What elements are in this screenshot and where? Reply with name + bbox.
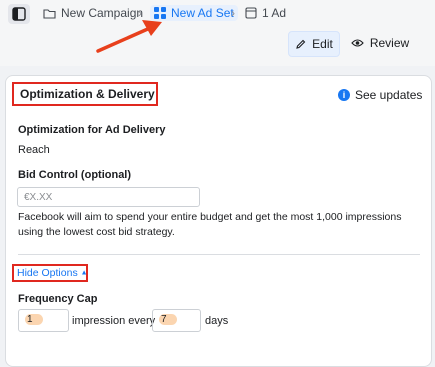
annotation-arrow-icon	[96, 20, 162, 53]
